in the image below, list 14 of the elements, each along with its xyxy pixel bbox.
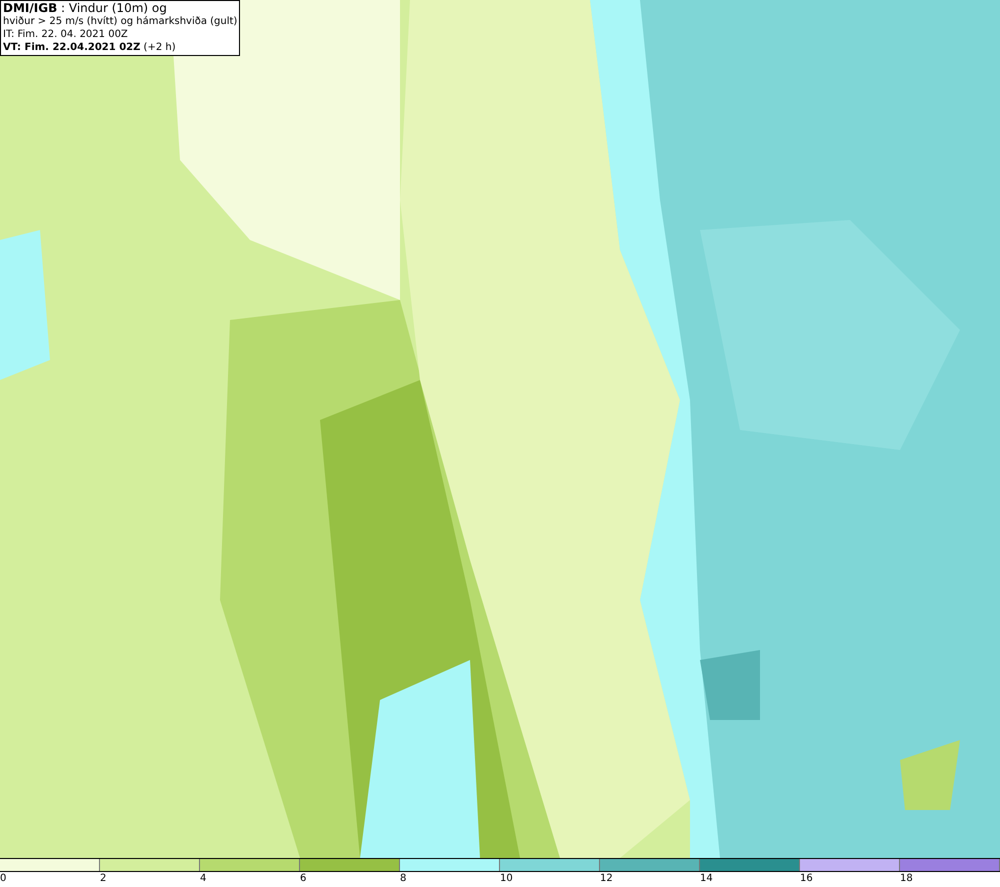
legend-label: 18	[900, 872, 913, 886]
info-text: DMI/IGB : Vindur (10m) og	[3, 2, 168, 15]
info-text: hviður > 25 m/s (hvítt) og hámarkshviða (gult)	[3, 15, 238, 28]
info-text: IT: Fim. 22. 04. 2021 00Z	[3, 28, 129, 41]
legend-label: 12	[600, 872, 613, 886]
legend-label: 6	[300, 872, 306, 886]
legend-label: 14	[700, 872, 713, 886]
legend-label: 10	[500, 872, 513, 886]
legend-label: 0	[0, 872, 6, 886]
legend-label: 2	[100, 872, 106, 886]
legend-label: 8	[400, 872, 406, 886]
legend-label: 4	[200, 872, 206, 886]
info-text: VT: Fim. 22.04.2021 02Z (+2 h)	[3, 41, 177, 54]
legend-label: 16	[800, 872, 813, 886]
